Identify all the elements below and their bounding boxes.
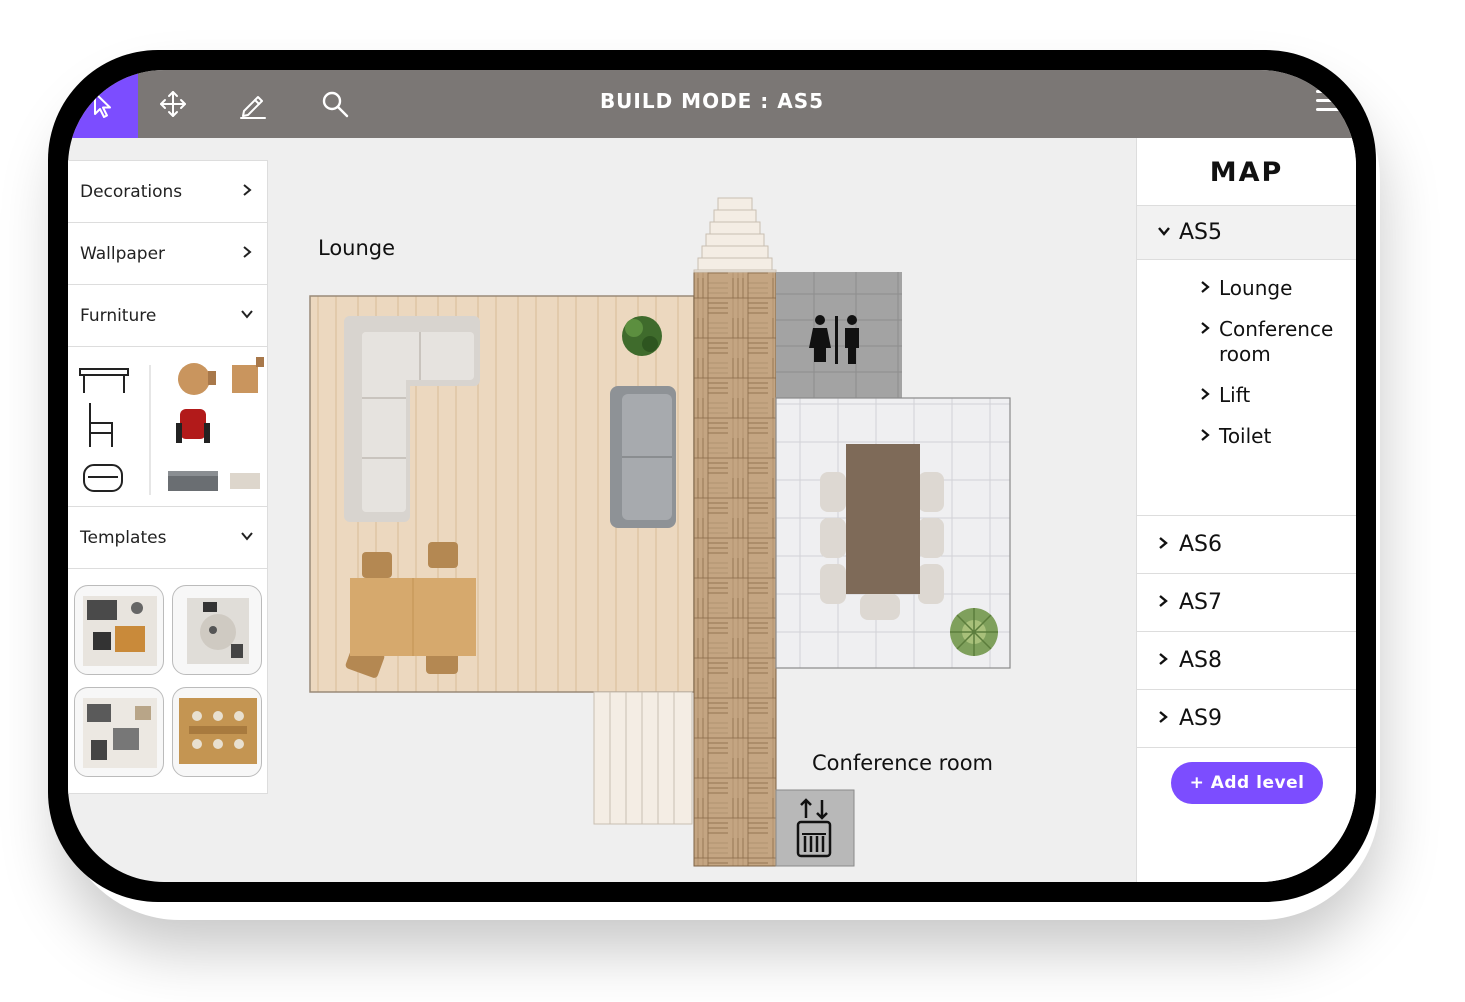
- level-label: AS6: [1179, 532, 1223, 557]
- level-as9[interactable]: AS9: [1137, 690, 1356, 748]
- grey-sofa[interactable]: [610, 386, 676, 528]
- beige-sofa-item[interactable]: [230, 473, 260, 489]
- plant-lounge[interactable]: [622, 316, 662, 356]
- furniture-grid: [68, 347, 267, 507]
- room-label-conference: Conference room: [812, 751, 993, 775]
- map-panel: MAP AS5 Lounge Conference room Lift Toil…: [1136, 138, 1356, 882]
- grey-sofa-item[interactable]: [168, 471, 218, 491]
- template-thumbnail[interactable]: [73, 687, 164, 777]
- level-as5[interactable]: AS5: [1137, 206, 1356, 260]
- level-as5-rooms: Lounge Conference room Lift Toilet: [1137, 276, 1356, 516]
- chevron-right-icon: [1157, 651, 1179, 670]
- level-as6[interactable]: AS6: [1137, 516, 1356, 574]
- template-thumbnail[interactable]: [73, 585, 164, 675]
- dining-set-item[interactable]: [232, 357, 264, 393]
- chevron-right-icon: [1157, 709, 1179, 728]
- chevron-down-icon: [239, 305, 255, 326]
- chevron-right-icon: [239, 181, 255, 202]
- level-label: AS9: [1179, 706, 1223, 731]
- section-wallpaper[interactable]: Wallpaper: [68, 223, 267, 285]
- section-label: Decorations: [80, 181, 183, 202]
- chevron-down-icon: [239, 527, 255, 548]
- lift-room[interactable]: [775, 789, 855, 867]
- room-label-lounge: Lounge: [318, 236, 395, 260]
- page-title: BUILD MODE : AS5: [599, 89, 825, 113]
- level-as7[interactable]: AS7: [1137, 574, 1356, 632]
- section-label: Templates: [80, 527, 167, 548]
- map-room-label: Lift: [1219, 383, 1251, 407]
- round-table-item[interactable]: [178, 363, 216, 395]
- app-screen: BUILD MODE : AS5 Decorations Wallpaper F…: [68, 70, 1356, 882]
- chevron-right-icon: [1199, 317, 1219, 342]
- level-as8[interactable]: AS8: [1137, 632, 1356, 690]
- level-label: AS5: [1179, 220, 1223, 245]
- lower-stairs: [593, 691, 693, 825]
- map-room-label: Conference room: [1219, 317, 1334, 366]
- chevron-right-icon: [239, 243, 255, 264]
- chevron-down-icon: [1157, 223, 1179, 242]
- chevron-right-icon: [1157, 535, 1179, 554]
- section-templates[interactable]: Templates: [68, 507, 267, 569]
- armchair-item[interactable]: [83, 464, 123, 492]
- map-room-label: Lounge: [1219, 276, 1293, 300]
- map-room-conference[interactable]: Conference room: [1137, 317, 1356, 367]
- template-thumbnail[interactable]: [171, 585, 262, 675]
- section-furniture[interactable]: Furniture: [68, 285, 267, 347]
- map-room-label: Toilet: [1219, 424, 1272, 448]
- chevron-right-icon: [1199, 383, 1219, 408]
- map-room-lounge[interactable]: Lounge: [1137, 276, 1356, 301]
- chevron-right-icon: [1157, 593, 1179, 612]
- table-item[interactable]: [79, 368, 129, 393]
- floor-plan-canvas[interactable]: Lounge Conference room: [268, 138, 1136, 882]
- level-label: AS8: [1179, 648, 1223, 673]
- section-label: Wallpaper: [80, 243, 166, 264]
- plant-conference[interactable]: [950, 608, 998, 656]
- toilet-room[interactable]: [776, 272, 902, 398]
- level-label: AS7: [1179, 590, 1223, 615]
- hamburger-menu-icon[interactable]: [1316, 84, 1350, 118]
- section-decorations[interactable]: Decorations: [68, 161, 267, 223]
- corridor[interactable]: [693, 271, 777, 867]
- chair-item[interactable]: [89, 403, 113, 447]
- map-title: MAP: [1137, 138, 1356, 206]
- upper-stairs: [693, 197, 777, 273]
- add-level-button[interactable]: + Add level: [1171, 762, 1323, 804]
- templates-grid: [68, 569, 267, 793]
- chevron-right-icon: [1199, 424, 1219, 449]
- template-thumbnail[interactable]: [171, 687, 262, 777]
- map-room-toilet[interactable]: Toilet: [1137, 424, 1356, 449]
- office-chair-item[interactable]: [176, 409, 210, 443]
- map-room-lift[interactable]: Lift: [1137, 383, 1356, 408]
- top-toolbar: BUILD MODE : AS5: [68, 70, 1356, 138]
- section-label: Furniture: [80, 305, 157, 326]
- asset-library-panel: Decorations Wallpaper Furniture Template…: [68, 160, 268, 794]
- chevron-right-icon: [1199, 276, 1219, 301]
